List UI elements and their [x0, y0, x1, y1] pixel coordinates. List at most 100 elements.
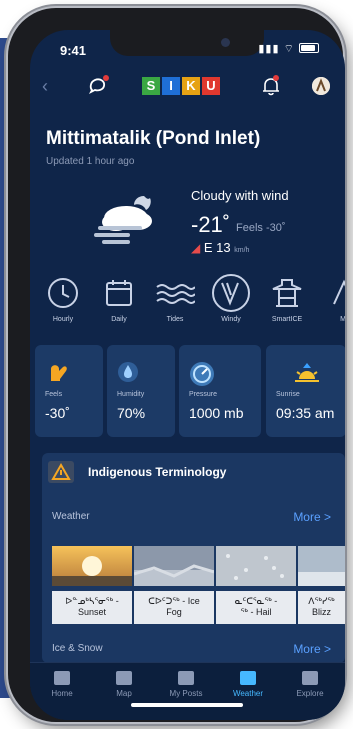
wifi-icon: ⌔: [283, 43, 295, 55]
ice-row-header: Ice & Snow More >: [42, 642, 345, 656]
term-caption: ᓇᑦᑕᕐᓇᖅ - ᖅ - Hail: [216, 591, 296, 624]
tab-label: Home: [51, 689, 73, 698]
tab-label: Map: [116, 689, 132, 698]
home-indicator: [131, 703, 243, 707]
feels-like: Feels -30˚: [236, 222, 286, 234]
notch: [110, 30, 264, 56]
condition-text: Cloudy with wind: [191, 188, 289, 203]
term-english: Fog: [166, 607, 182, 617]
home-icon: [54, 671, 70, 685]
tab-label: Explore: [296, 689, 324, 698]
weather-icon: [240, 671, 256, 685]
nav-label: SmartICE: [271, 316, 303, 323]
signal-icon: ▮▮▮: [258, 43, 280, 55]
nav-daily[interactable]: Daily: [94, 276, 144, 323]
camera-icon: [221, 38, 230, 47]
avatar[interactable]: [312, 77, 330, 95]
nav-label: Hourly: [52, 316, 74, 323]
stat-card-sunrise[interactable]: Sunrise 09:35 am: [266, 345, 345, 437]
map-icon: [116, 671, 132, 685]
term-tile-blizzard[interactable]: ᐱᖅᓯᖅ Blizz: [298, 546, 345, 624]
nav-more[interactable]: M: [318, 276, 345, 323]
windy-icon: [212, 274, 250, 312]
wind-unit: km/h: [234, 247, 250, 254]
stat-value: 1000 mb: [189, 405, 244, 421]
more-link[interactable]: More >: [293, 510, 331, 524]
nav-label: Windy: [221, 316, 241, 323]
tab-my-posts[interactable]: My Posts: [156, 671, 216, 698]
stat-label: Pressure: [189, 391, 218, 398]
posts-icon: [178, 671, 194, 685]
terminology-icon-box: [48, 461, 74, 483]
back-button[interactable]: ‹: [42, 76, 48, 97]
term-tile-fog[interactable]: ᑕᐅᑦᑐᖅ - Ice Fog: [134, 546, 214, 624]
nav-tides[interactable]: Tides: [150, 276, 200, 323]
stat-label: Feels: [45, 391, 63, 398]
stat-label: Sunrise: [276, 391, 300, 398]
chat-badge: [103, 75, 109, 81]
tides-icon: [156, 284, 195, 304]
term-caption: ᐱᖅᓯᖅ Blizz: [298, 591, 345, 624]
sunrise-icon: [295, 363, 319, 382]
stat-label: Humidity: [117, 391, 145, 398]
term-native: ᐱᖅᓯᖅ: [308, 596, 335, 606]
tab-weather[interactable]: Weather: [218, 671, 278, 698]
siku-logo: S I K U: [142, 77, 220, 95]
stat-card-pressure[interactable]: Pressure 1000 mb: [179, 345, 261, 437]
stat-value: 09:35 am: [276, 405, 335, 421]
location-name: Mittimatalik (Pond Inlet): [46, 128, 261, 149]
nav-label: Daily: [111, 316, 127, 323]
nav-label: Tides: [166, 316, 184, 323]
stat-card-feels[interactable]: Feels -30˚: [35, 345, 103, 437]
section-title: Indigenous Terminology: [88, 465, 227, 479]
clock-icon: [48, 278, 78, 308]
wind-readout: ◢ E 13 km/h: [191, 240, 249, 255]
calendar-icon: [106, 280, 132, 306]
warning-triangle-icon: [51, 462, 71, 480]
row-label: Ice & Snow: [52, 643, 103, 654]
nav-hourly[interactable]: Hourly: [38, 276, 88, 323]
mitten-icon: [51, 365, 67, 381]
updated-time: Updated 1 hour ago: [46, 156, 135, 167]
nav-windy[interactable]: Windy: [206, 274, 256, 323]
term-caption: ᐅᓐᓄᒃᓴᕐᓂᖅ - Sunset: [52, 591, 132, 624]
stat-card-humidity[interactable]: Humidity 70%: [107, 345, 175, 437]
logo-letter: I: [162, 77, 180, 95]
battery-icon: [299, 43, 319, 53]
tab-explore[interactable]: Explore: [280, 671, 340, 698]
phone-frame: 9:41 ▮▮▮ ⌔ ‹ S I K U Mittimatalik (Pond …: [8, 8, 345, 722]
tab-label: My Posts: [169, 689, 203, 698]
status-time: 9:41: [60, 43, 87, 58]
tab-label: Weather: [232, 689, 264, 698]
wind-arrow-icon: ◢: [191, 241, 201, 255]
term-english: Sunset: [77, 607, 107, 617]
term-tile-sunset[interactable]: ᐅᓐᓄᒃᓴᕐᓂᖅ - Sunset: [52, 546, 132, 624]
more-link[interactable]: More >: [293, 642, 331, 656]
term-native: ᓇᑦᑕᕐᓇᖅ -: [234, 596, 278, 606]
gauge-icon: [190, 362, 214, 386]
smartice-icon: [272, 279, 302, 307]
term-caption: ᑕᐅᑦᑐᖅ - Ice Fog: [134, 591, 214, 624]
drop-icon: [118, 362, 138, 382]
sunset-image: [52, 546, 132, 586]
term-tile-hail[interactable]: ᓇᑦᑕᕐᓇᖅ - ᖅ - Hail: [216, 546, 296, 624]
fog-image: [134, 546, 214, 586]
wind-speed: E 13: [203, 240, 231, 255]
logo-letter: K: [182, 77, 200, 95]
tab-home[interactable]: Home: [32, 671, 92, 698]
term-native: ᐅᓐᓄᒃᓴᕐᓂᖅ -: [65, 596, 119, 606]
term-native: ᑕᐅᑦᑐᖅ - Ice: [148, 596, 200, 606]
nav-smartice[interactable]: SmartICE: [262, 276, 312, 323]
more-icon: [333, 279, 345, 305]
tab-map[interactable]: Map: [94, 671, 154, 698]
indigenous-terminology-panel: Indigenous Terminology Weather More > ᐅᓐ…: [42, 453, 345, 663]
avatar-icon: [312, 77, 330, 95]
term-english: ᖅ - Hail: [240, 607, 272, 617]
temperature: -21˚: [191, 212, 231, 237]
stat-value: 70%: [117, 405, 146, 421]
stat-value: -30˚: [45, 405, 70, 421]
blizzard-image: [298, 546, 345, 586]
nav-label: M: [340, 316, 345, 323]
row-label: Weather: [52, 511, 90, 522]
logo-letter: S: [142, 77, 160, 95]
